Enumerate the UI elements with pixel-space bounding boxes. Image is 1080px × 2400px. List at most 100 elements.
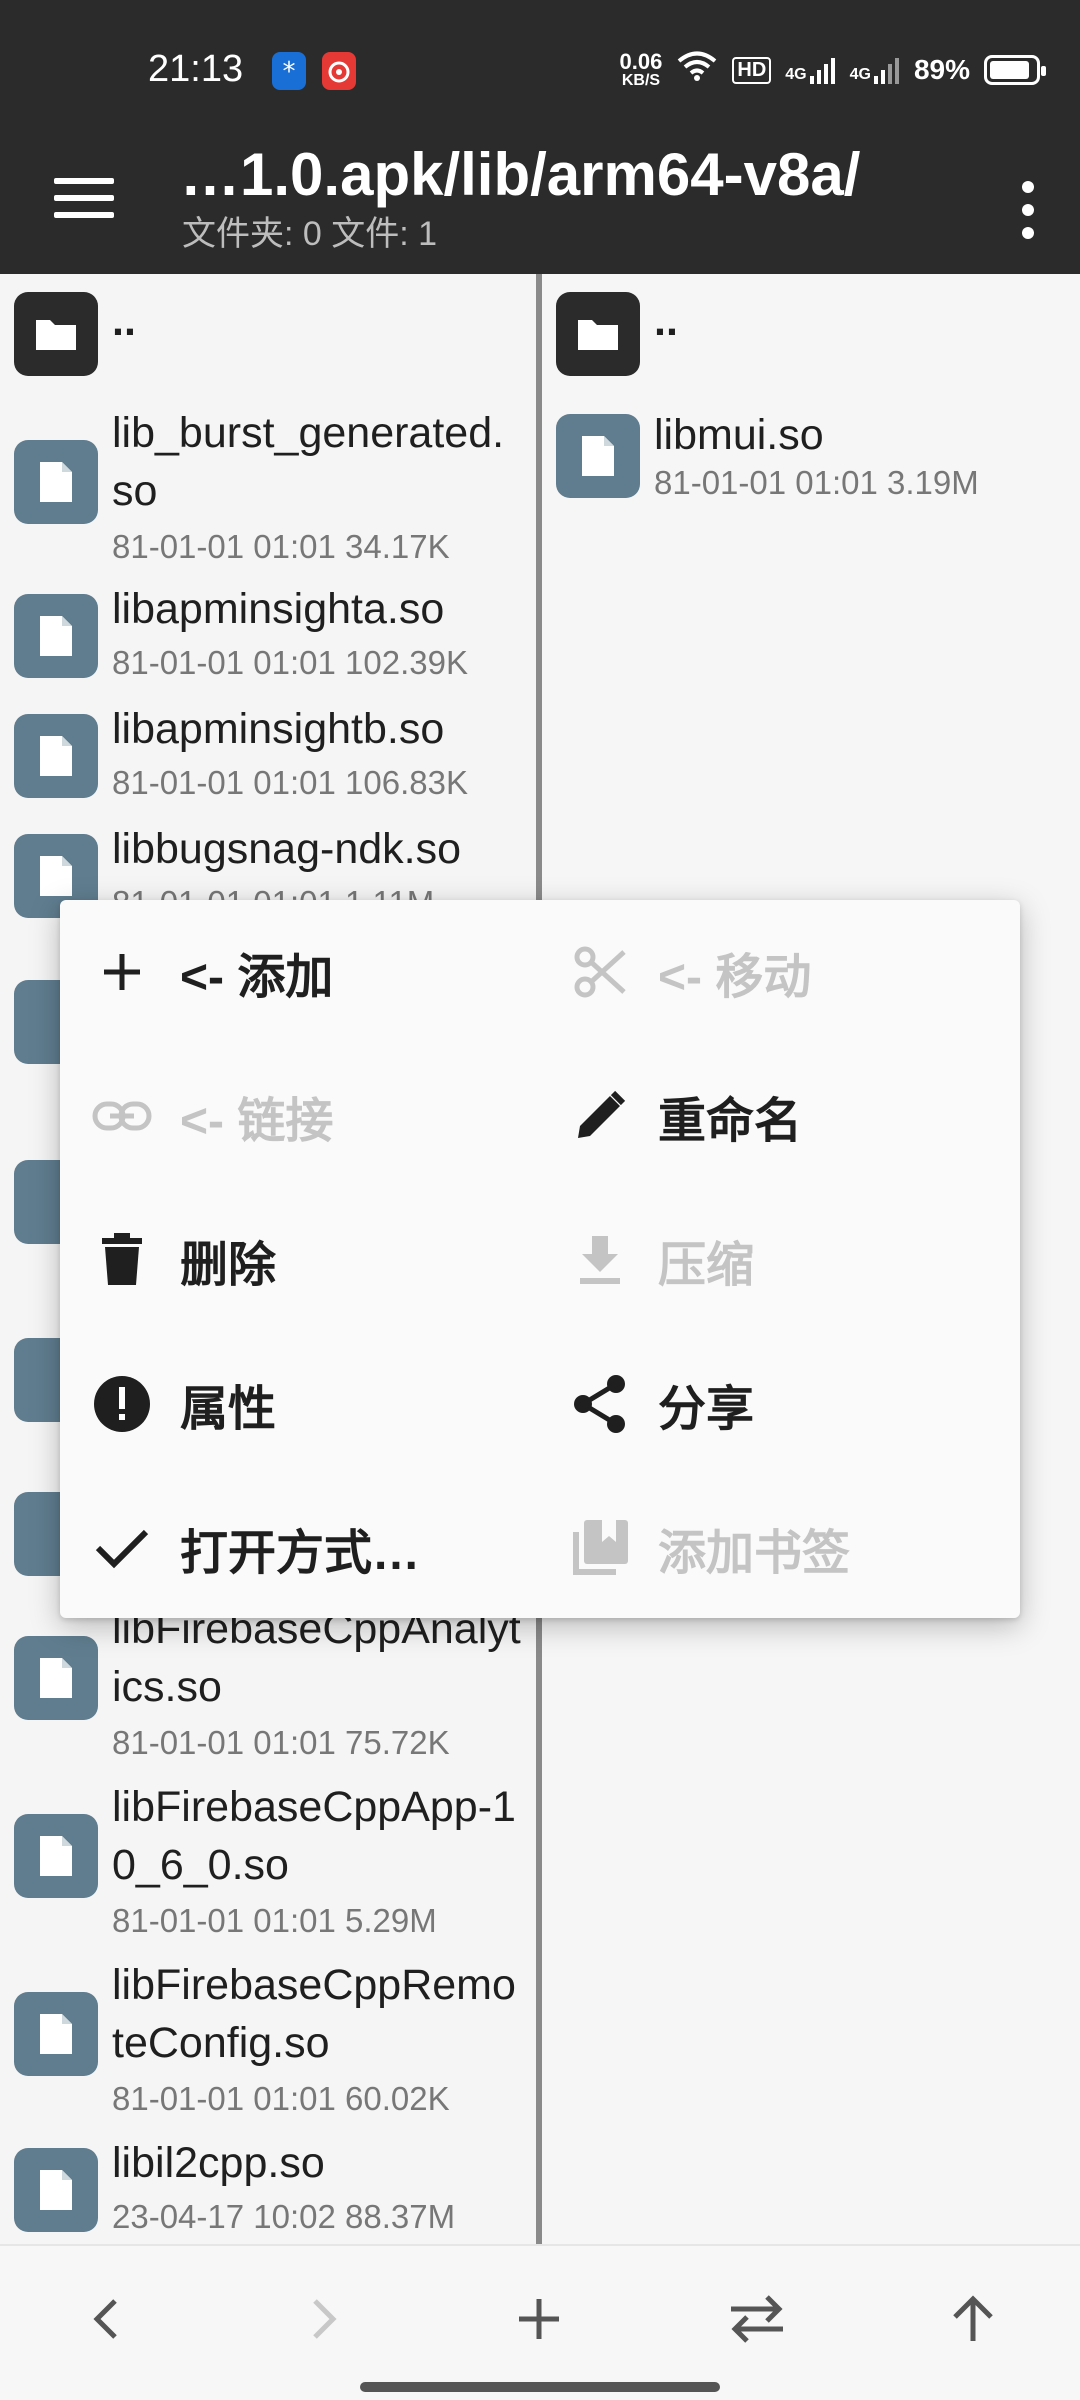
scissors-icon — [568, 940, 632, 1004]
more-options-icon[interactable] — [998, 162, 1058, 258]
info-alert-icon — [90, 1372, 154, 1436]
new-item-button[interactable] — [494, 2276, 584, 2366]
file-icon — [14, 440, 98, 524]
file-icon — [14, 594, 98, 678]
file-meta: 81-01-01 01:01 60.02K — [112, 2080, 450, 2117]
back-button[interactable] — [62, 2276, 152, 2366]
arrow-up-icon — [949, 2293, 997, 2350]
file-name: lib_burst_generated.so — [112, 409, 505, 515]
parent-folder-row[interactable]: .. — [0, 292, 536, 378]
folder-icon — [14, 292, 98, 376]
hd-icon: HD — [732, 56, 772, 84]
svg-text:*: * — [283, 57, 296, 87]
menu-item-link-label: <- 链接 — [180, 1095, 334, 1148]
menu-item-properties[interactable]: 属性 — [90, 1344, 276, 1464]
check-icon — [90, 1516, 154, 1580]
home-indicator[interactable] — [360, 2382, 720, 2392]
net-speed-unit: KB/S — [621, 72, 661, 89]
file-row[interactable]: libFirebaseCppAnalytics.so 81-01-01 01:0… — [0, 1600, 536, 1770]
menu-item-delete[interactable]: 删除 — [90, 1200, 276, 1320]
menu-item-rename-label: 重命名 — [658, 1095, 803, 1148]
app-bar: …1.0.apk/lib/arm64-v8a/ 文件夹: 0 文件: 1 — [0, 140, 1080, 274]
menu-item-properties-label: 属性 — [180, 1383, 277, 1436]
context-menu: <- 添加 <- 移动 <- 链接 重命名 删除 压缩 属性 分享 打开方式… … — [60, 900, 1020, 1618]
parent-folder-label: .. — [112, 297, 136, 345]
battery-icon — [984, 55, 1046, 85]
hamburger-menu-icon[interactable] — [54, 168, 114, 228]
trash-icon — [90, 1228, 154, 1292]
file-name: libapminsighta.so — [112, 585, 445, 633]
signal-2-label: 4G — [849, 66, 871, 83]
bookmark-library-icon — [568, 1516, 632, 1580]
file-name: libbugsnag-ndk.so — [112, 825, 462, 873]
file-icon — [14, 1992, 98, 2076]
file-icon — [14, 1814, 98, 1898]
file-row[interactable]: libapminsighta.so 81-01-01 01:01 102.39K — [0, 580, 536, 690]
menu-item-open-with[interactable]: 打开方式… — [90, 1488, 420, 1608]
path-summary: 文件夹: 0 文件: 1 — [182, 215, 438, 253]
menu-item-move[interactable]: <- 移动 — [568, 912, 811, 1032]
file-name: libFirebaseCppApp-10_6_0.so — [112, 1783, 516, 1889]
menu-item-open-with-label: 打开方式… — [180, 1527, 421, 1580]
swap-panes-button[interactable] — [712, 2276, 802, 2366]
net-speed-value: 0.06 — [619, 49, 663, 74]
current-path: …1.0.apk/lib/arm64-v8a/ — [180, 141, 861, 208]
signal-icon-1: 4G — [785, 56, 835, 84]
notification-music-icon — [322, 52, 356, 90]
folder-icon — [556, 292, 640, 376]
file-row[interactable]: libmui.so 81-01-01 01:01 3.19M — [542, 406, 1080, 516]
status-time: 21:13 — [148, 48, 244, 90]
forward-button[interactable] — [278, 2276, 368, 2366]
file-icon — [556, 414, 640, 498]
file-row[interactable]: lib_burst_generated.so 81-01-01 01:01 34… — [0, 404, 536, 565]
file-row[interactable]: libFirebaseCppRemoteConfig.so 81-01-01 0… — [0, 1956, 536, 2126]
menu-item-move-label: <- 移动 — [658, 951, 812, 1004]
file-row[interactable]: libil2cpp.so 23-04-17 10:02 88.37M — [0, 2134, 536, 2244]
bottom-toolbar — [0, 2244, 1080, 2400]
parent-folder-label: .. — [654, 297, 678, 345]
notification-app-icon: * — [272, 52, 306, 90]
menu-item-compress-label: 压缩 — [658, 1239, 755, 1292]
file-meta: 81-01-01 01:01 102.39K — [112, 644, 468, 681]
pencil-icon — [568, 1084, 632, 1148]
wifi-icon — [676, 50, 718, 90]
plus-icon — [90, 940, 154, 1004]
file-row[interactable]: libFirebaseCppApp-10_6_0.so 81-01-01 01:… — [0, 1778, 536, 1948]
swap-arrows-icon — [725, 2293, 789, 2350]
menu-item-add-bookmark-label: 添加书签 — [658, 1527, 851, 1580]
share-icon — [568, 1372, 632, 1436]
menu-item-add-label: <- 添加 — [180, 951, 334, 1004]
file-icon — [14, 1636, 98, 1720]
signal-1-label: 4G — [785, 66, 807, 83]
menu-item-rename[interactable]: 重命名 — [568, 1056, 802, 1176]
status-bar: 21:13 * 0.06 KB/S HD 4G 4G 89% — [0, 0, 1080, 140]
chevron-left-icon — [87, 2295, 127, 2348]
battery-percent: 89% — [913, 54, 970, 85]
link-icon — [90, 1084, 154, 1148]
file-icon — [14, 2148, 98, 2232]
file-name: libFirebaseCppRemoteConfig.so — [112, 1961, 516, 2067]
file-meta: 81-01-01 01:01 5.29M — [112, 1902, 437, 1939]
download-icon — [568, 1228, 632, 1292]
file-icon — [14, 714, 98, 798]
signal-icon-2: 4G — [850, 56, 900, 84]
parent-folder-row[interactable]: .. — [542, 292, 1080, 378]
file-row[interactable]: libapminsightb.so 81-01-01 01:01 106.83K — [0, 700, 536, 810]
file-name: libil2cpp.so — [112, 2139, 325, 2187]
status-indicators: 0.06 KB/S HD 4G 4G 89% — [619, 49, 1046, 90]
file-meta: 81-01-01 01:01 3.19M — [654, 464, 979, 501]
file-meta: 81-01-01 01:01 106.83K — [112, 764, 468, 801]
file-name: libapminsightb.so — [112, 705, 445, 753]
file-meta: 81-01-01 01:01 34.17K — [112, 528, 450, 565]
menu-item-add[interactable]: <- 添加 — [90, 912, 333, 1032]
file-name: libmui.so — [654, 411, 824, 459]
file-meta: 23-04-17 10:02 88.37M — [112, 2198, 456, 2235]
menu-item-share[interactable]: 分享 — [568, 1344, 754, 1464]
plus-icon — [515, 2295, 563, 2348]
menu-item-compress[interactable]: 压缩 — [568, 1200, 754, 1320]
menu-item-delete-label: 删除 — [180, 1239, 277, 1292]
go-up-button[interactable] — [928, 2276, 1018, 2366]
file-meta: 81-01-01 01:01 75.72K — [112, 1724, 450, 1761]
menu-item-link[interactable]: <- 链接 — [90, 1056, 333, 1176]
menu-item-add-bookmark[interactable]: 添加书签 — [568, 1488, 850, 1608]
